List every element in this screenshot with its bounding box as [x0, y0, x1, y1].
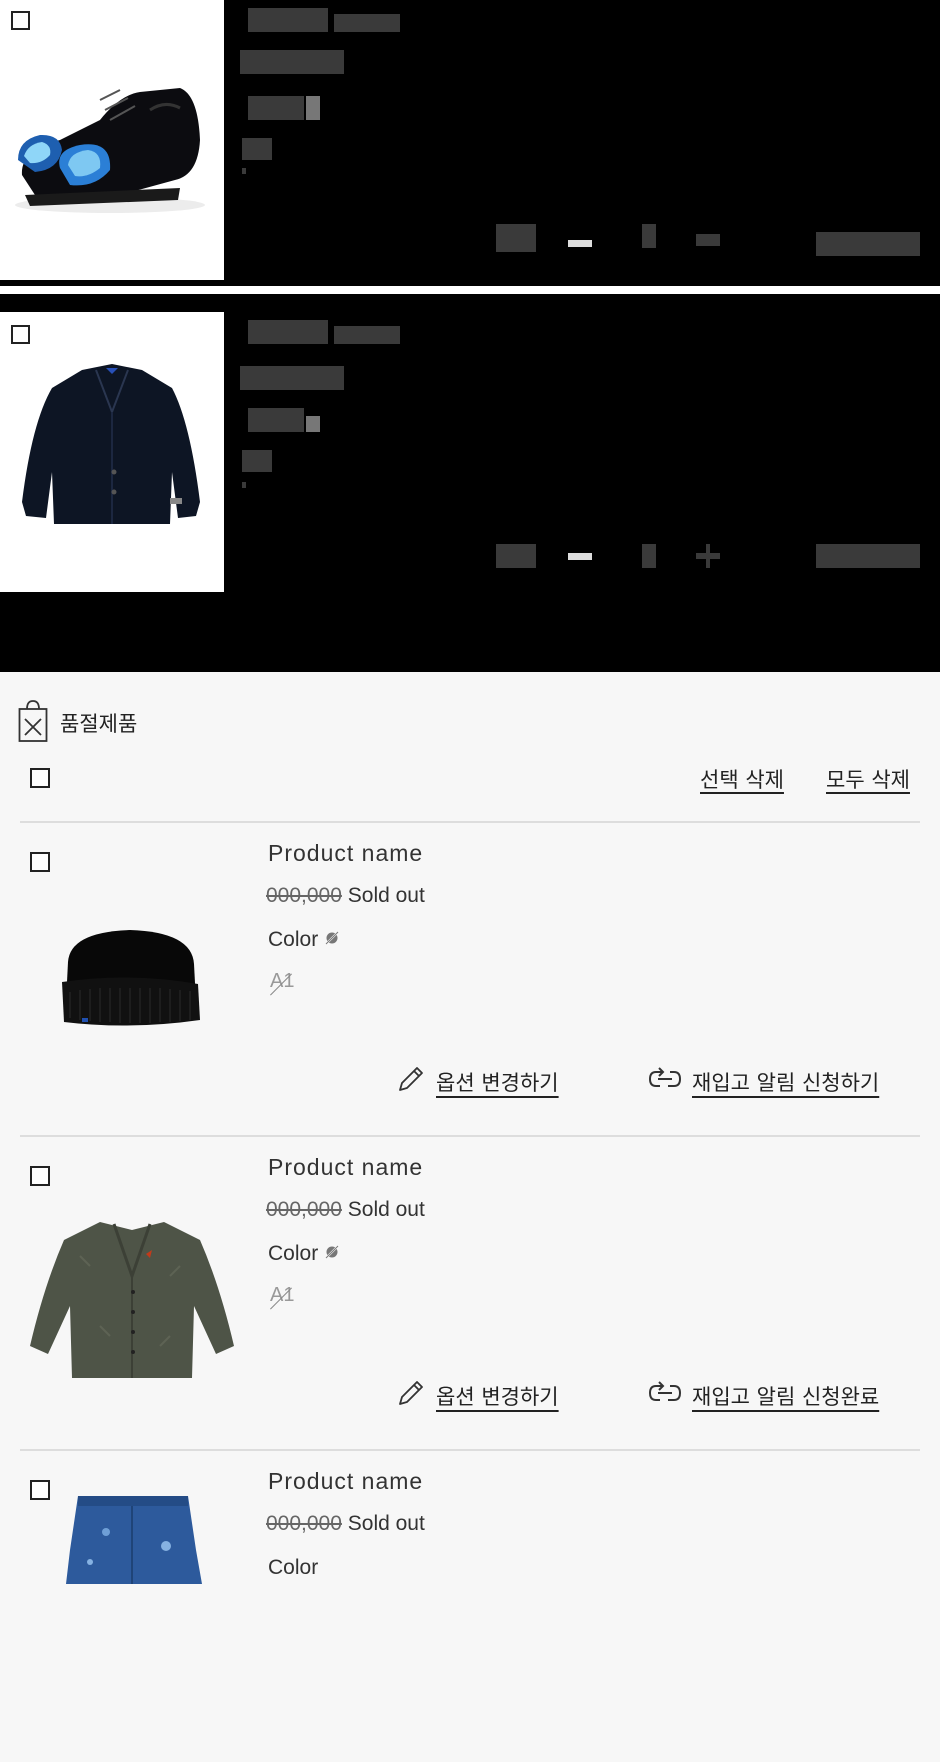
- color-label-placeholder: [248, 408, 304, 432]
- product-name-placeholder: [248, 8, 328, 32]
- pencil-icon: [396, 1064, 426, 1099]
- product-image-beanie[interactable]: [20, 842, 244, 1122]
- quantity-value-placeholder: [642, 544, 656, 568]
- color-unavailable-icon: [324, 1242, 340, 1266]
- soldout-item-checkbox[interactable]: [30, 852, 50, 872]
- size-unavailable: A1: [270, 1284, 295, 1306]
- product-price: 000,000: [266, 1198, 342, 1221]
- quantity-plus-button[interactable]: [696, 234, 720, 246]
- product-name-placeholder: [334, 326, 400, 344]
- price-row: 000,000 Sold out: [266, 1198, 425, 1222]
- color-unavailable-icon: [324, 928, 340, 952]
- soldout-section-title: 품절제품: [60, 712, 138, 736]
- cart-item: [0, 0, 940, 280]
- restock-alert-label: 재입고 알림 신청하기: [692, 1070, 880, 1095]
- shopping-bag-x-icon: [18, 699, 48, 747]
- soldout-status: Sold out: [347, 1198, 425, 1221]
- cart-item: [0, 312, 940, 592]
- product-name: Product name: [268, 1468, 424, 1494]
- soldout-item: Product name 000,000 Sold out Color A1 옵…: [20, 822, 920, 1134]
- product-image-blazer[interactable]: [0, 312, 224, 592]
- delete-selected-button[interactable]: 선택 삭제: [700, 764, 784, 794]
- link-refresh-icon: [648, 1378, 682, 1413]
- change-option-label: 옵션 변경하기: [436, 1384, 559, 1409]
- item-total-placeholder: [816, 544, 920, 568]
- color-label: Color: [268, 1242, 319, 1265]
- product-name: Product name: [268, 840, 424, 866]
- quantity-label-placeholder: [496, 224, 536, 252]
- quantity-plus-button[interactable]: [706, 544, 710, 568]
- color-swatch: [306, 96, 320, 120]
- color-row: Color: [268, 928, 340, 952]
- soldout-section-header: 품절제품: [18, 700, 137, 746]
- product-price-placeholder: [240, 366, 344, 390]
- product-name-placeholder: [334, 14, 400, 32]
- color-label: Color: [268, 1556, 319, 1579]
- dot-placeholder: [242, 482, 246, 488]
- size-placeholder: [242, 450, 272, 472]
- soldout-status: Sold out: [347, 884, 425, 907]
- soldout-item-checkbox[interactable]: [30, 1166, 50, 1186]
- select-all-checkbox[interactable]: [30, 768, 50, 788]
- color-row: Color: [268, 1556, 318, 1580]
- product-image-shoes[interactable]: [0, 0, 224, 280]
- soldout-item: Product name 000,000 Sold out Color: [20, 1450, 920, 1762]
- quantity-label-placeholder: [496, 544, 536, 568]
- product-image-cardigan[interactable]: [20, 1156, 244, 1436]
- delete-all-button[interactable]: 모두 삭제: [826, 764, 910, 794]
- pencil-icon: [396, 1378, 426, 1413]
- cart-item-checkbox[interactable]: [11, 11, 30, 30]
- color-swatch: [306, 416, 320, 432]
- dot-placeholder: [242, 168, 246, 174]
- change-option-button[interactable]: 옵션 변경하기: [396, 1378, 559, 1413]
- price-row: 000,000 Sold out: [266, 1512, 425, 1536]
- size-unavailable: A1: [270, 970, 295, 992]
- product-price-placeholder: [240, 50, 344, 74]
- product-price: 000,000: [266, 884, 342, 907]
- quantity-minus-button[interactable]: [568, 553, 592, 560]
- cart-item-checkbox[interactable]: [11, 325, 30, 344]
- product-name: Product name: [268, 1154, 424, 1180]
- product-price: 000,000: [266, 1512, 342, 1535]
- cart-item-divider: [0, 286, 940, 294]
- item-total-placeholder: [816, 232, 920, 256]
- restock-alert-button[interactable]: 재입고 알림 신청하기: [648, 1064, 879, 1099]
- link-refresh-icon: [648, 1064, 682, 1099]
- product-name-placeholder: [248, 320, 328, 344]
- restock-alert-button[interactable]: 재입고 알림 신청완료: [648, 1378, 879, 1413]
- quantity-minus-button[interactable]: [568, 240, 592, 247]
- quantity-value-placeholder: [642, 224, 656, 248]
- size-placeholder: [242, 138, 272, 160]
- soldout-item-checkbox[interactable]: [30, 1480, 50, 1500]
- product-image-denim[interactable]: [20, 1470, 244, 1750]
- price-row: 000,000 Sold out: [266, 884, 425, 908]
- soldout-item: Product name 000,000 Sold out Color A1 옵…: [20, 1136, 920, 1448]
- change-option-label: 옵션 변경하기: [436, 1070, 559, 1095]
- color-row: Color: [268, 1242, 340, 1266]
- cart-items-area: [0, 0, 940, 672]
- color-label: Color: [268, 928, 319, 951]
- restock-alert-label: 재입고 알림 신청완료: [692, 1384, 880, 1409]
- soldout-status: Sold out: [347, 1512, 425, 1535]
- change-option-button[interactable]: 옵션 변경하기: [396, 1064, 559, 1099]
- color-label-placeholder: [248, 96, 304, 120]
